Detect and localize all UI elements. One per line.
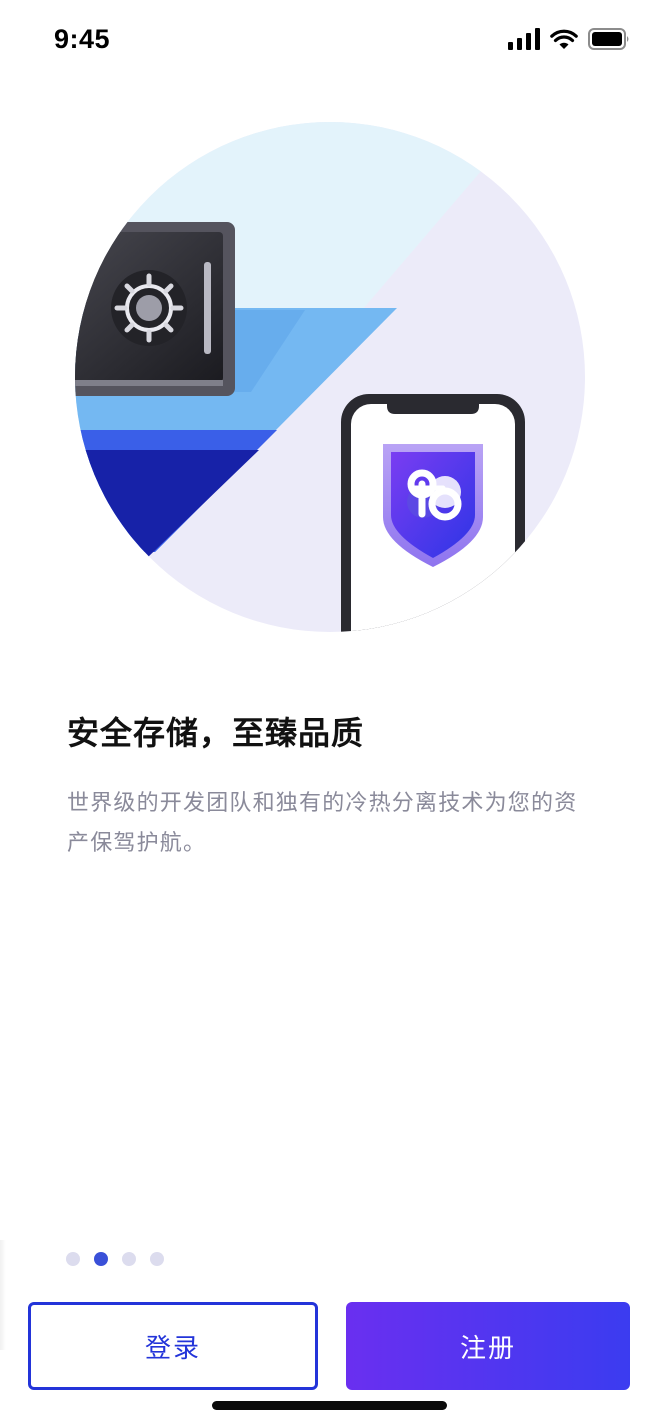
onboarding-illustration — [75, 122, 585, 632]
page-dot-4[interactable] — [150, 1252, 164, 1266]
home-indicator[interactable] — [212, 1401, 447, 1410]
status-icons — [508, 28, 630, 50]
login-button[interactable]: 登录 — [28, 1302, 318, 1390]
login-button-label: 登录 — [144, 1333, 201, 1364]
onboarding-headline: 安全存储，至臻品质 — [67, 714, 365, 752]
page-dot-2-active[interactable] — [94, 1252, 108, 1266]
status-bar: 9:45 — [0, 0, 658, 80]
vault-safe-icon — [75, 222, 235, 396]
register-button[interactable]: 注册 — [346, 1302, 630, 1390]
page-dot-1[interactable] — [66, 1252, 80, 1266]
status-time: 9:45 — [54, 24, 111, 54]
page-indicator — [66, 1252, 164, 1266]
cellular-signal-icon — [508, 28, 540, 50]
left-edge-shadow — [0, 1240, 6, 1350]
battery-icon — [588, 28, 629, 50]
page-dot-3[interactable] — [122, 1252, 136, 1266]
register-button-label: 注册 — [459, 1333, 516, 1364]
wifi-icon — [550, 29, 578, 49]
onboarding-description: 世界级的开发团队和独有的冷热分离技术为您的资产保驾护航。 — [67, 791, 578, 856]
